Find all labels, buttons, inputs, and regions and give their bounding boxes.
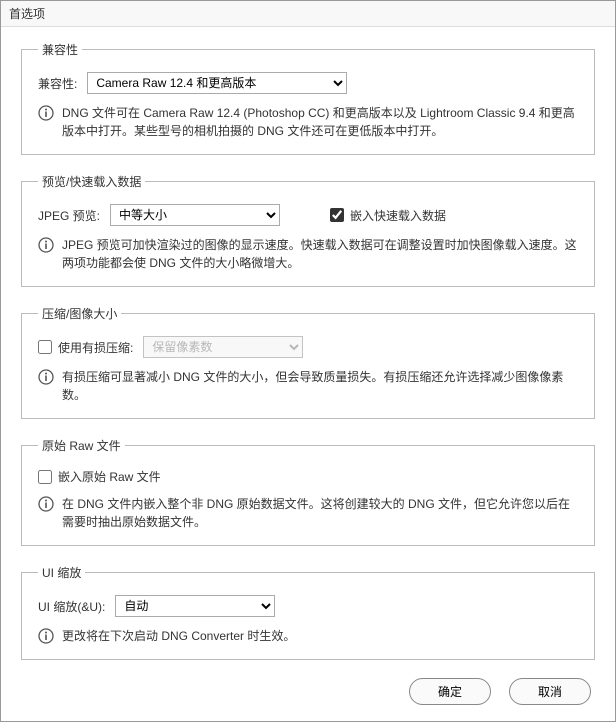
section-ui-scale: UI 缩放 UI 缩放(&U): 自动 更改将在下次启动 DNG Convert… — [21, 564, 595, 660]
info-icon — [38, 105, 54, 121]
label-lossy: 使用有损压缩: — [58, 339, 133, 356]
window-title: 首选项 — [9, 7, 45, 21]
legend-raw: 原始 Raw 文件 — [38, 437, 125, 454]
checkbox-embed-fastload-wrap[interactable]: 嵌入快速载入数据 — [330, 207, 446, 224]
info-icon — [38, 369, 54, 385]
content-area: 兼容性 兼容性: Camera Raw 12.4 和更高版本 DNG 文件可在 … — [1, 27, 615, 670]
ok-button[interactable]: 确定 — [409, 678, 491, 705]
legend-preview: 预览/快速载入数据 — [38, 173, 145, 190]
select-ui-scale[interactable]: 自动 — [115, 595, 275, 617]
info-compression: 有损压缩可显著减小 DNG 文件的大小，但会导致质量损失。有损压缩还允许选择减少… — [62, 368, 578, 404]
label-jpeg-preview: JPEG 预览: — [38, 207, 100, 224]
legend-compatibility: 兼容性 — [38, 41, 82, 58]
section-preview: 预览/快速载入数据 JPEG 预览: 中等大小 嵌入快速载入数据 JPEG 预览… — [21, 173, 595, 287]
label-embed-fastload: 嵌入快速载入数据 — [350, 207, 446, 224]
label-compatibility: 兼容性: — [38, 75, 77, 92]
footer: 确定 取消 — [1, 670, 615, 721]
label-embed-raw: 嵌入原始 Raw 文件 — [58, 468, 161, 485]
checkbox-embed-fastload[interactable] — [330, 208, 344, 222]
select-lossy-preset: 保留像素数 — [143, 336, 303, 358]
cancel-button[interactable]: 取消 — [509, 678, 591, 705]
legend-ui-scale: UI 缩放 — [38, 564, 85, 581]
select-compatibility[interactable]: Camera Raw 12.4 和更高版本 — [87, 72, 347, 94]
label-ui-scale: UI 缩放(&U): — [38, 598, 105, 615]
preferences-dialog: 首选项 兼容性 兼容性: Camera Raw 12.4 和更高版本 DNG 文… — [0, 0, 616, 722]
checkbox-lossy-wrap[interactable]: 使用有损压缩: — [38, 339, 133, 356]
checkbox-embed-raw-wrap[interactable]: 嵌入原始 Raw 文件 — [38, 468, 161, 485]
section-raw: 原始 Raw 文件 嵌入原始 Raw 文件 在 DNG 文件内嵌入整个非 DNG… — [21, 437, 595, 546]
info-icon — [38, 496, 54, 512]
info-raw: 在 DNG 文件内嵌入整个非 DNG 原始数据文件。这将创建较大的 DNG 文件… — [62, 495, 578, 531]
info-compatibility: DNG 文件可在 Camera Raw 12.4 (Photoshop CC) … — [62, 104, 578, 140]
checkbox-embed-raw[interactable] — [38, 470, 52, 484]
info-icon — [38, 628, 54, 644]
section-compression: 压缩/图像大小 使用有损压缩: 保留像素数 有损压缩可显著减小 DNG 文件的大… — [21, 305, 595, 419]
legend-compression: 压缩/图像大小 — [38, 305, 121, 322]
info-preview: JPEG 预览可加快渲染过的图像的显示速度。快速载入数据可在调整设置时加快图像载… — [62, 236, 578, 272]
info-icon — [38, 237, 54, 253]
section-compatibility: 兼容性 兼容性: Camera Raw 12.4 和更高版本 DNG 文件可在 … — [21, 41, 595, 155]
select-jpeg-preview[interactable]: 中等大小 — [110, 204, 280, 226]
checkbox-lossy[interactable] — [38, 340, 52, 354]
titlebar: 首选项 — [1, 1, 615, 27]
info-ui-scale: 更改将在下次启动 DNG Converter 时生效。 — [62, 627, 295, 645]
